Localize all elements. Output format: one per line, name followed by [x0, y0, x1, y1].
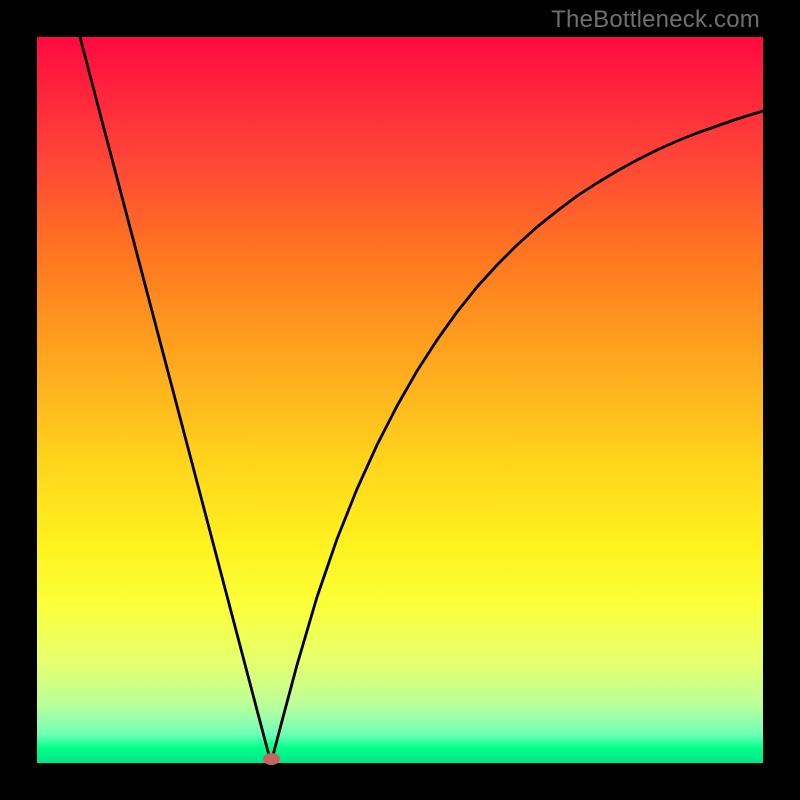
minimum-marker [263, 753, 280, 765]
watermark-text: TheBottleneck.com [551, 6, 760, 34]
bottleneck-curve [37, 37, 763, 763]
chart-frame: TheBottleneck.com [0, 0, 800, 800]
plot-area [37, 37, 763, 763]
